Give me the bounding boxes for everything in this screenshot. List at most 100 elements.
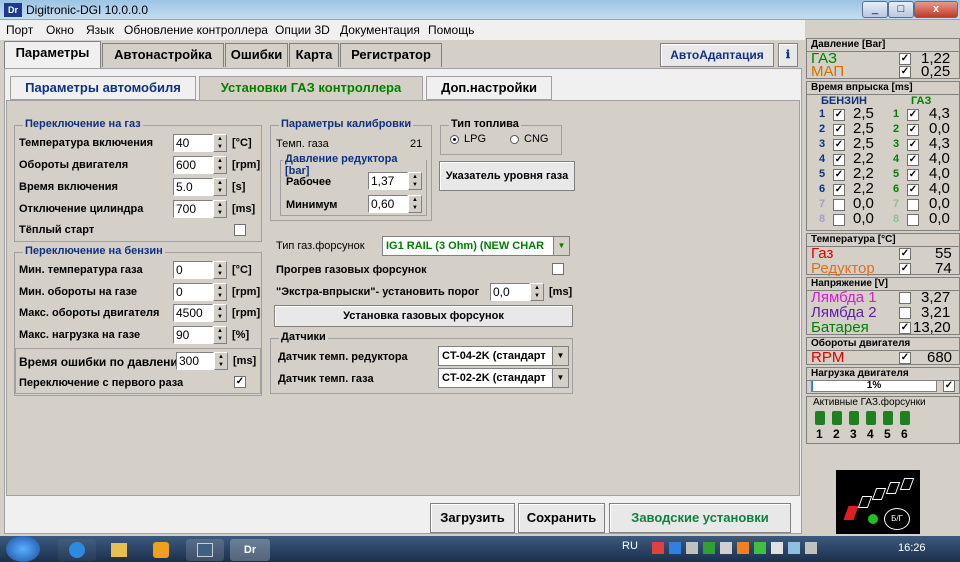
gas-pressure-checkbox[interactable]: ✓ bbox=[899, 53, 911, 65]
petrol-cyl-checkbox[interactable] bbox=[833, 214, 845, 226]
battery-checkbox[interactable]: ✓ bbox=[899, 322, 911, 334]
menu-docs[interactable]: Документация bbox=[340, 23, 420, 37]
tray-app-icon[interactable] bbox=[771, 542, 783, 554]
language-indicator[interactable]: RU bbox=[622, 540, 638, 552]
tray-app-icon[interactable] bbox=[788, 542, 800, 554]
first-switch-checkbox[interactable]: ✓ bbox=[234, 376, 246, 388]
gas-cyl-checkbox[interactable]: ✓ bbox=[907, 109, 919, 121]
gas-time-input[interactable]: 5.0 bbox=[173, 178, 213, 196]
taskbar-app1[interactable] bbox=[186, 539, 224, 561]
min-pressure-input[interactable]: 0,60 bbox=[368, 195, 408, 213]
volume-icon[interactable] bbox=[686, 542, 698, 554]
flag-icon[interactable] bbox=[652, 542, 664, 554]
min-rpm-spinner[interactable]: ▲ ▼ bbox=[213, 283, 227, 301]
taskbar-media[interactable] bbox=[142, 539, 180, 561]
petrol-cyl-checkbox[interactable]: ✓ bbox=[833, 169, 845, 181]
load-checkbox[interactable]: ✓ bbox=[943, 380, 955, 392]
subtab-gas-settings[interactable]: Установки ГАЗ контроллера bbox=[199, 76, 423, 101]
map-checkbox[interactable]: ✓ bbox=[899, 66, 911, 78]
cylinder-off-spinner[interactable]: ▲ ▼ bbox=[213, 200, 227, 218]
gas-temp-on-spinner[interactable]: ▲ ▼ bbox=[213, 134, 227, 152]
work-pressure-input[interactable]: 1,37 bbox=[368, 172, 408, 190]
max-load-spinner[interactable]: ▲ ▼ bbox=[213, 326, 227, 344]
petrol-cyl-checkbox[interactable]: ✓ bbox=[833, 124, 845, 136]
max-load-input[interactable]: 90 bbox=[173, 326, 213, 344]
min-rpm-input[interactable]: 0 bbox=[173, 283, 213, 301]
lambda1-checkbox[interactable] bbox=[899, 292, 911, 304]
gas-level-button[interactable]: Указатель уровня газа bbox=[439, 161, 575, 191]
gas-cyl-checkbox[interactable] bbox=[907, 214, 919, 226]
gas-sensor-select[interactable]: CT-02-2K (стандарт ▼ bbox=[438, 368, 569, 388]
taskbar-explorer[interactable] bbox=[100, 539, 138, 561]
lambda2-checkbox[interactable] bbox=[899, 307, 911, 319]
tray-app-icon[interactable] bbox=[805, 542, 817, 554]
lpg-radio[interactable] bbox=[450, 135, 459, 144]
gas-cyl-checkbox[interactable]: ✓ bbox=[907, 124, 919, 136]
gas-time-spinner[interactable]: ▲ ▼ bbox=[213, 178, 227, 196]
subtab-extra[interactable]: Доп.настройки bbox=[426, 76, 552, 100]
cylinder-off-input[interactable]: 700 bbox=[173, 200, 213, 218]
minimize-button[interactable]: _ bbox=[862, 1, 888, 18]
gas-rpm-spinner[interactable]: ▲ ▼ bbox=[213, 156, 227, 174]
tab-autotune[interactable]: Автонастройка bbox=[102, 43, 224, 67]
menu-language[interactable]: Язык bbox=[86, 23, 114, 37]
reducer-sensor-select[interactable]: CT-04-2K (стандарт ▼ bbox=[438, 346, 569, 366]
petrol-cyl-checkbox[interactable]: ✓ bbox=[833, 109, 845, 121]
gas-cyl-checkbox[interactable]: ✓ bbox=[907, 184, 919, 196]
gas-temp-on-input[interactable]: 40 bbox=[173, 134, 213, 152]
gas-switch-widget[interactable]: Б/Г bbox=[836, 470, 920, 534]
tab-errors[interactable]: Ошибки bbox=[225, 43, 288, 67]
gas-cyl-checkbox[interactable]: ✓ bbox=[907, 139, 919, 151]
tab-map[interactable]: Карта bbox=[289, 43, 339, 67]
menu-help[interactable]: Помощь bbox=[428, 23, 474, 37]
load-button[interactable]: Загрузить bbox=[430, 503, 515, 533]
rpm-checkbox[interactable]: ✓ bbox=[899, 352, 911, 364]
menu-update[interactable]: Обновление контроллера bbox=[124, 23, 268, 37]
max-rpm-spinner[interactable]: ▲ ▼ bbox=[213, 304, 227, 322]
maximize-button[interactable]: □ bbox=[888, 1, 914, 18]
tab-recorder[interactable]: Регистратор bbox=[340, 43, 442, 67]
tray-app-icon[interactable] bbox=[754, 542, 766, 554]
gas-rpm-input[interactable]: 600 bbox=[173, 156, 213, 174]
injector-heat-checkbox[interactable] bbox=[552, 263, 564, 275]
petrol-cyl-checkbox[interactable]: ✓ bbox=[833, 154, 845, 166]
menu-window[interactable]: Окно bbox=[46, 23, 74, 37]
network-icon[interactable] bbox=[669, 542, 681, 554]
petrol-cyl-checkbox[interactable] bbox=[833, 199, 845, 211]
tray-app-icon[interactable] bbox=[703, 542, 715, 554]
tray-app-icon[interactable] bbox=[737, 542, 749, 554]
gas-temp-checkbox[interactable]: ✓ bbox=[899, 248, 911, 260]
petrol-cyl-checkbox[interactable]: ✓ bbox=[833, 184, 845, 196]
tab-parameters[interactable]: Параметры bbox=[4, 41, 101, 68]
extra-inject-input[interactable]: 0,0 bbox=[490, 283, 530, 301]
pressure-error-spinner[interactable]: ▲ ▼ bbox=[214, 352, 228, 370]
menu-port[interactable]: Порт bbox=[6, 23, 33, 37]
taskbar-ie[interactable] bbox=[58, 539, 96, 561]
max-rpm-input[interactable]: 4500 bbox=[173, 304, 213, 322]
save-button[interactable]: Сохранить bbox=[518, 503, 605, 533]
taskbar-digitronic[interactable]: Dr bbox=[230, 539, 270, 561]
warm-start-checkbox[interactable] bbox=[234, 224, 246, 236]
subtab-car-params[interactable]: Параметры автомобиля bbox=[10, 76, 196, 100]
work-pressure-spinner[interactable]: ▲ ▼ bbox=[408, 172, 422, 190]
pressure-error-input[interactable]: 300 bbox=[176, 352, 214, 370]
menu-3d[interactable]: Опции 3D bbox=[275, 23, 330, 37]
autoadapt-button[interactable]: АвтоАдаптация bbox=[660, 43, 774, 67]
min-pressure-spinner[interactable]: ▲ ▼ bbox=[408, 195, 422, 213]
install-injectors-button[interactable]: Установка газовых форсунок bbox=[274, 305, 573, 327]
start-button[interactable] bbox=[6, 536, 40, 562]
close-button[interactable]: x bbox=[914, 1, 958, 18]
cng-radio[interactable] bbox=[510, 135, 519, 144]
tray-app-icon[interactable] bbox=[720, 542, 732, 554]
injector-type-select[interactable]: IG1 RAIL (3 Ohm) (NEW CHAR ▼ bbox=[382, 236, 570, 256]
petrol-cyl-checkbox[interactable]: ✓ bbox=[833, 139, 845, 151]
gas-cyl-checkbox[interactable]: ✓ bbox=[907, 154, 919, 166]
extra-inject-spinner[interactable]: ▲ ▼ bbox=[530, 283, 544, 301]
info-icon[interactable]: ℹ bbox=[778, 43, 798, 67]
gas-cyl-checkbox[interactable] bbox=[907, 199, 919, 211]
gas-cyl-checkbox[interactable]: ✓ bbox=[907, 169, 919, 181]
reducer-temp-checkbox[interactable]: ✓ bbox=[899, 263, 911, 275]
factory-settings-button[interactable]: Заводские установки bbox=[609, 503, 791, 533]
min-gas-temp-spinner[interactable]: ▲ ▼ bbox=[213, 261, 227, 279]
min-gas-temp-input[interactable]: 0 bbox=[173, 261, 213, 279]
